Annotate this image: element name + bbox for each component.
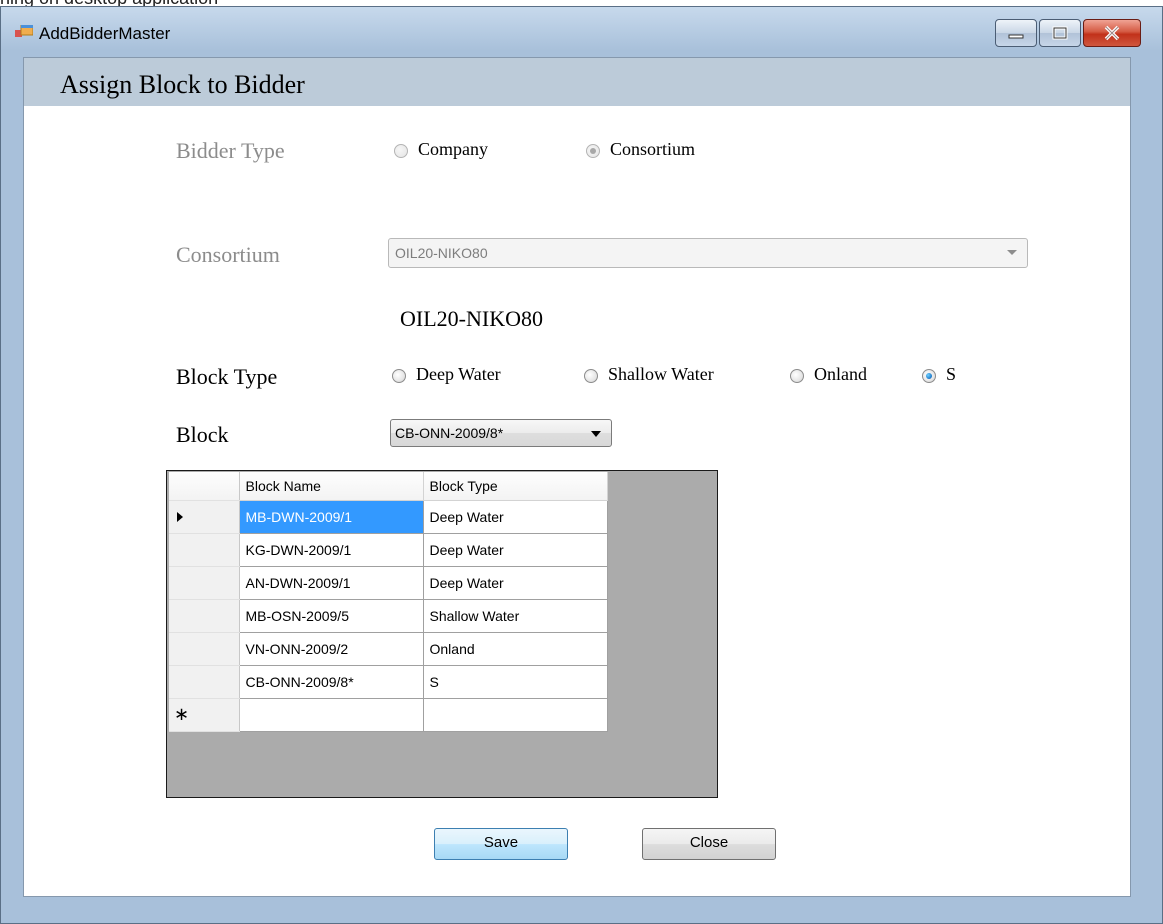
- bidder-type-consortium-label[interactable]: Consortium: [610, 139, 695, 160]
- column-header-block-type[interactable]: Block Type: [423, 472, 608, 501]
- table-cell-block-name[interactable]: MB-OSN-2009/5: [239, 599, 424, 633]
- restore-icon: [1052, 26, 1068, 40]
- close-window-button[interactable]: [1083, 19, 1141, 47]
- block-type-s-label[interactable]: S: [946, 364, 956, 385]
- table-row[interactable]: CB-ONN-2009/8* S: [169, 665, 608, 699]
- table-cell-block-name[interactable]: VN-ONN-2009/2: [239, 632, 424, 666]
- table-cell-block-name[interactable]: [239, 698, 424, 732]
- minimize-icon: [1008, 34, 1024, 39]
- bidder-type-company-label[interactable]: Company: [418, 139, 488, 160]
- consortium-dropdown[interactable]: OIL20-NIKO80: [388, 238, 1028, 268]
- table-cell-block-name[interactable]: MB-DWN-2009/1: [239, 500, 424, 534]
- row-header[interactable]: [169, 599, 240, 633]
- row-header[interactable]: ∗: [169, 698, 240, 732]
- new-row-asterisk-icon: ∗: [174, 703, 190, 724]
- block-type-shallow-water-radio[interactable]: [584, 369, 598, 383]
- close-icon: [1104, 25, 1120, 41]
- form-header: Assign Block to Bidder: [24, 58, 1130, 106]
- table-cell-block-type[interactable]: Shallow Water: [423, 599, 608, 633]
- table-cell-block-type[interactable]: Deep Water: [423, 500, 608, 534]
- block-label: Block: [176, 422, 229, 447]
- table-cell-block-name[interactable]: KG-DWN-2009/1: [239, 533, 424, 567]
- table-cell-block-name[interactable]: AN-DWN-2009/1: [239, 566, 424, 600]
- table-row[interactable]: AN-DWN-2009/1 Deep Water: [169, 566, 608, 600]
- bidder-type-company-radio[interactable]: [394, 144, 408, 158]
- bidder-type-label: Bidder Type: [176, 138, 285, 163]
- block-type-deep-water-label[interactable]: Deep Water: [416, 364, 501, 385]
- app-window: AddBidderMaster Assign Block to Bidder B…: [0, 6, 1163, 924]
- app-window-icon: [15, 25, 33, 37]
- consortium-label: Consortium: [176, 242, 280, 267]
- chevron-down-icon: [591, 431, 601, 437]
- blocks-data-grid[interactable]: Block Name Block Type MB-DWN-2009/1 Deep…: [166, 470, 718, 798]
- consortium-name-display: OIL20-NIKO80: [400, 306, 543, 331]
- window-title: AddBidderMaster: [39, 24, 171, 43]
- block-type-label: Block Type: [176, 364, 278, 389]
- block-type-onland-radio[interactable]: [790, 369, 804, 383]
- row-header[interactable]: [169, 632, 240, 666]
- table-header-row: Block Name Block Type: [169, 472, 608, 501]
- block-dropdown-value: CB-ONN-2009/8*: [395, 425, 504, 441]
- row-header[interactable]: [169, 566, 240, 600]
- table-cell-block-name[interactable]: CB-ONN-2009/8*: [239, 665, 424, 699]
- row-header[interactable]: [169, 533, 240, 567]
- block-type-deep-water-radio[interactable]: [392, 369, 406, 383]
- block-dropdown[interactable]: CB-ONN-2009/8*: [390, 419, 612, 447]
- consortium-dropdown-value: OIL20-NIKO80: [395, 245, 488, 261]
- table-cell-block-type[interactable]: Onland: [423, 632, 608, 666]
- block-type-shallow-water-label[interactable]: Shallow Water: [608, 364, 714, 385]
- current-row-arrow-icon: [177, 511, 183, 522]
- table-cell-block-type[interactable]: S: [423, 665, 608, 699]
- table-row[interactable]: KG-DWN-2009/1 Deep Water: [169, 533, 608, 567]
- table-new-row[interactable]: ∗: [169, 698, 608, 732]
- minimize-button[interactable]: [995, 19, 1037, 47]
- table-cell-block-type[interactable]: Deep Water: [423, 533, 608, 567]
- table-row[interactable]: MB-OSN-2009/5 Shallow Water: [169, 599, 608, 633]
- row-header-corner[interactable]: [169, 472, 240, 501]
- bidder-type-consortium-radio[interactable]: [586, 144, 600, 158]
- row-header[interactable]: [169, 665, 240, 699]
- form-client-area: Assign Block to Bidder Bidder Type Compa…: [23, 57, 1131, 897]
- block-type-onland-label[interactable]: Onland: [814, 364, 867, 385]
- maximize-button[interactable]: [1039, 19, 1081, 47]
- block-type-s-radio[interactable]: [922, 369, 936, 383]
- form-heading: Assign Block to Bidder: [60, 70, 305, 99]
- table-cell-block-type[interactable]: [423, 698, 608, 732]
- table-cell-block-type[interactable]: Deep Water: [423, 566, 608, 600]
- table-row[interactable]: VN-ONN-2009/2 Onland: [169, 632, 608, 666]
- table-row[interactable]: MB-DWN-2009/1 Deep Water: [169, 500, 608, 534]
- column-header-block-name[interactable]: Block Name: [239, 472, 424, 501]
- blocks-table: Block Name Block Type MB-DWN-2009/1 Deep…: [169, 472, 608, 732]
- title-bar[interactable]: AddBidderMaster: [1, 7, 1162, 63]
- save-button[interactable]: Save: [434, 828, 568, 860]
- chevron-down-icon: [1007, 250, 1017, 255]
- row-header[interactable]: [169, 500, 240, 534]
- close-button[interactable]: Close: [642, 828, 776, 860]
